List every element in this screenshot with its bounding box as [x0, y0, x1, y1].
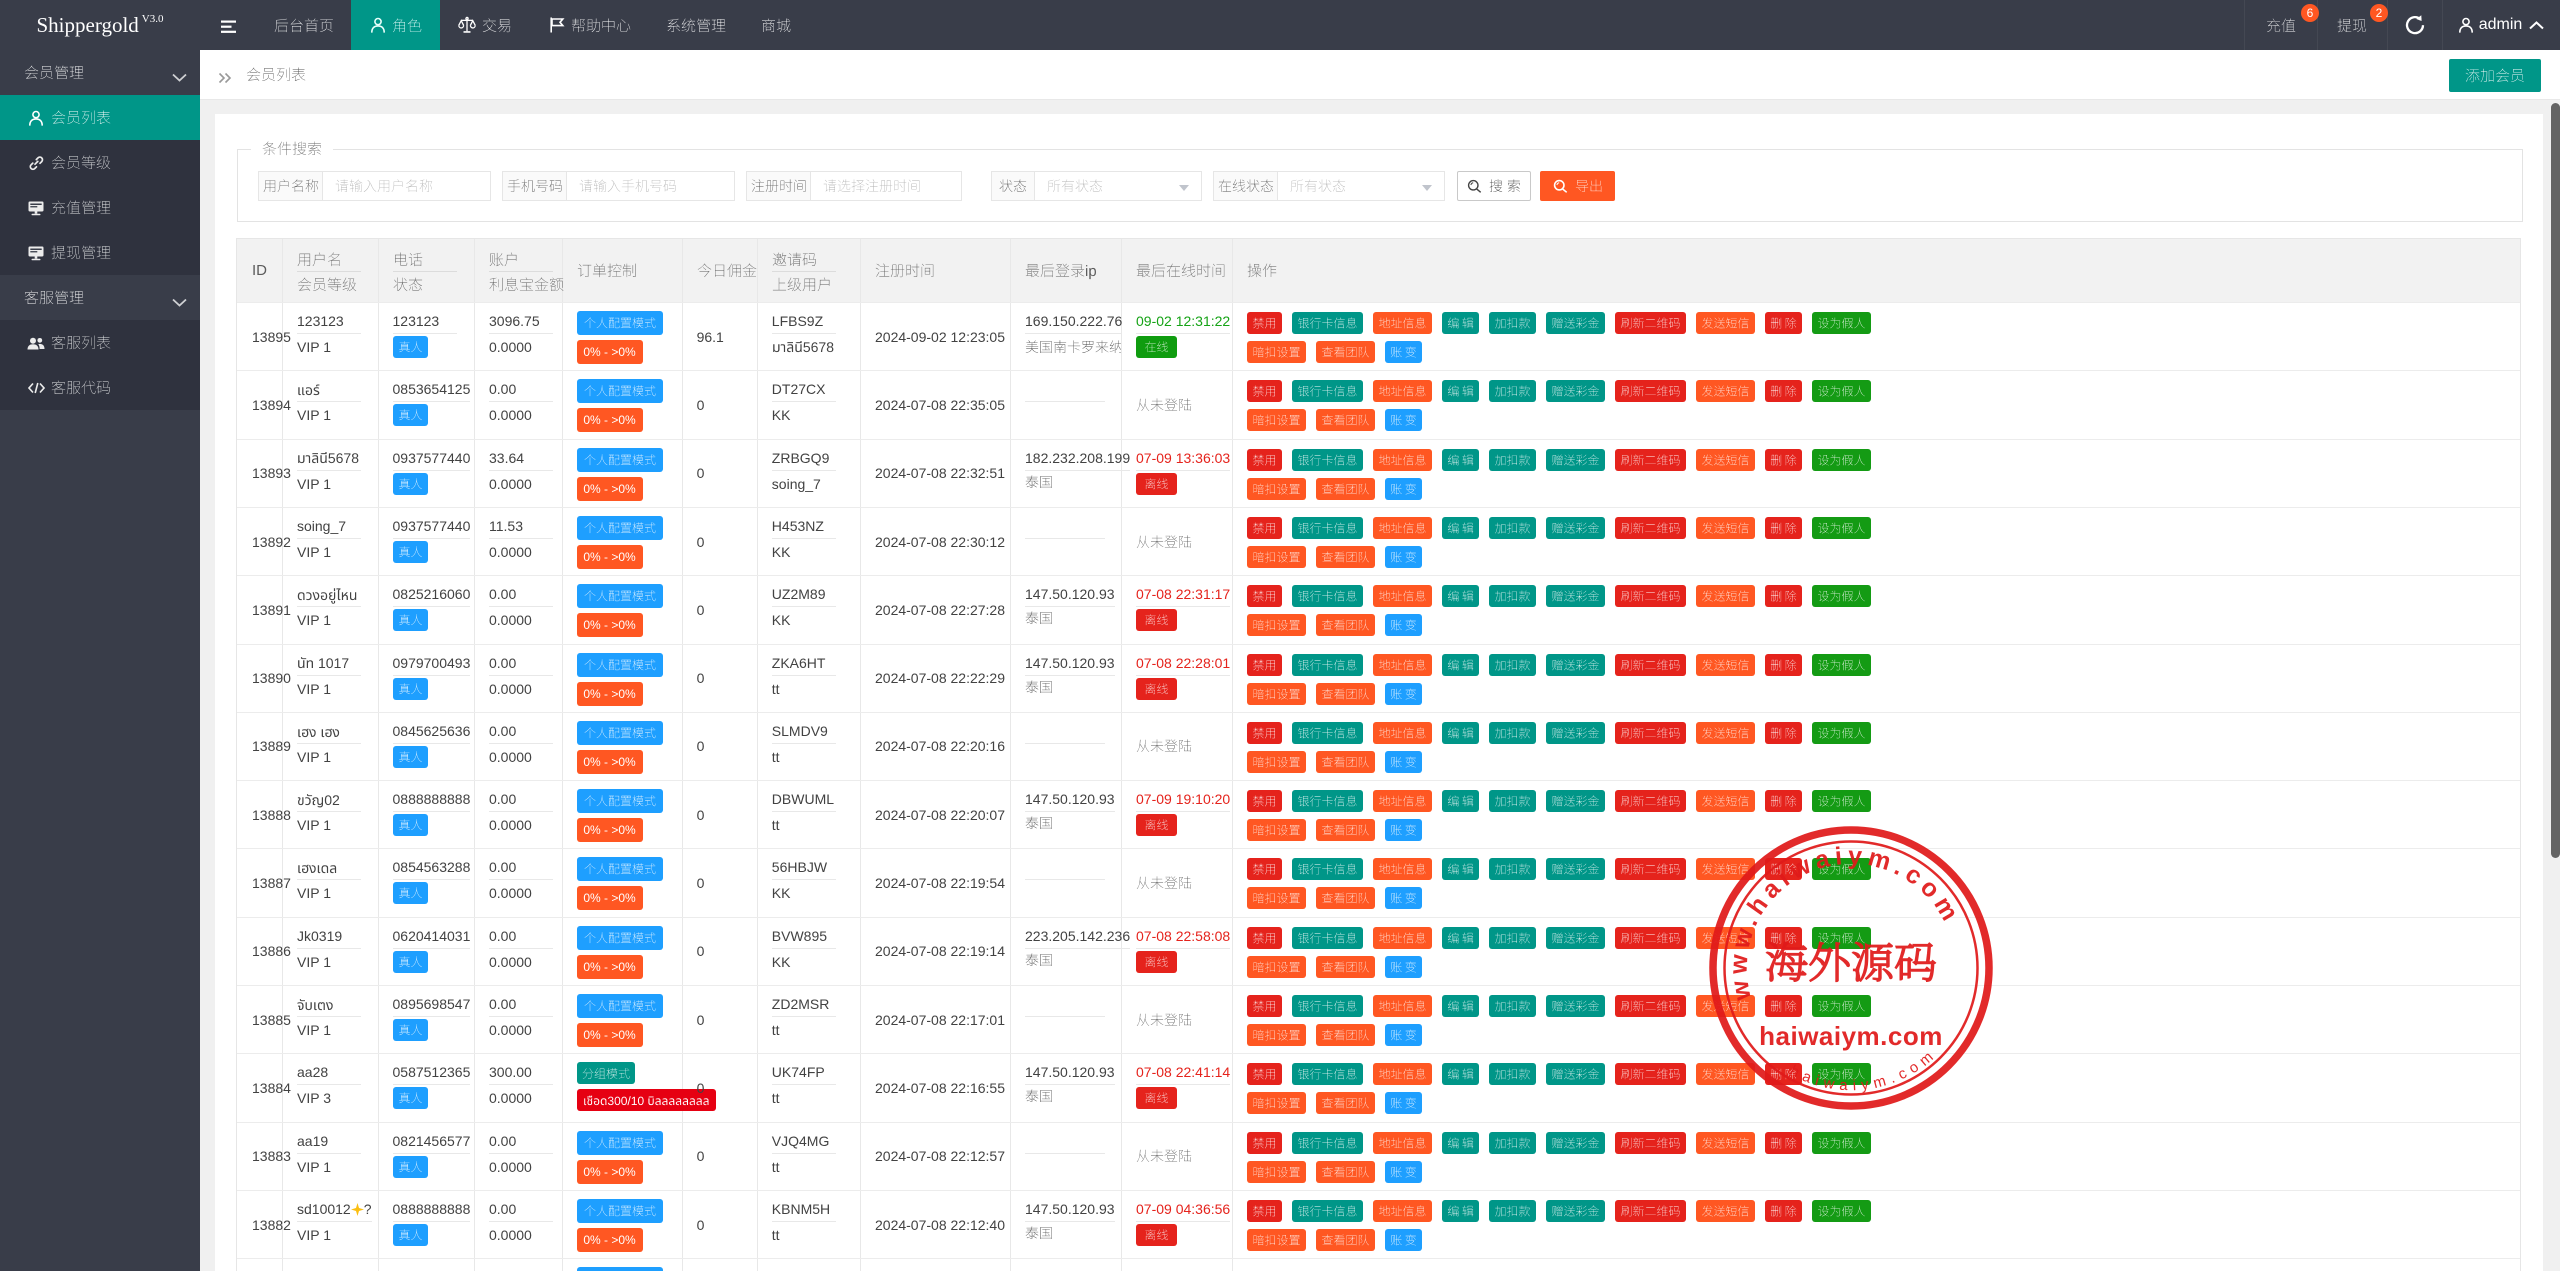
- svg-text:haiwaiym.com: haiwaiym.com: [1759, 1021, 1943, 1051]
